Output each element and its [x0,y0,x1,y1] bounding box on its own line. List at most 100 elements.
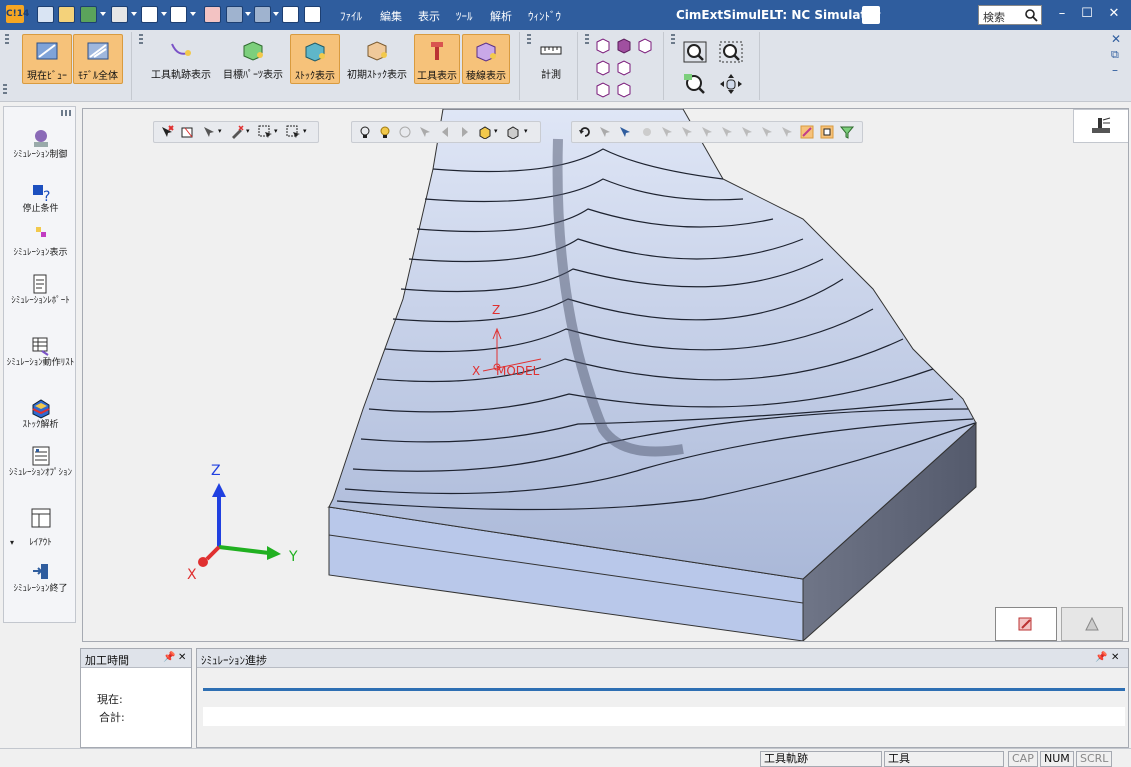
select-cross-dropdown-icon[interactable]: ▾ [303,127,307,135]
stop-condition-button[interactable]: ? 停止条件 [4,181,77,215]
dropdown-arrow-icon[interactable] [245,12,251,16]
edge-display-button[interactable]: 稜線表示 [462,34,510,84]
select-box-icon[interactable] [180,125,194,139]
initial-stock-display-button[interactable]: 初期ｽﾄｯｸ表示 [342,34,412,84]
filter-icon[interactable] [840,125,854,139]
menu-edit[interactable]: 編集 [380,8,402,24]
panel-close-icon[interactable]: ✕ [1111,32,1121,46]
dropdown-arrow-icon[interactable] [131,12,137,16]
menu-tool[interactable]: ﾂｰﾙ [456,8,473,24]
grid-icon[interactable] [141,6,158,23]
snap-intersect-icon[interactable] [720,125,734,139]
redo-icon[interactable] [254,6,271,23]
rotate-light-icon[interactable] [398,125,412,139]
zoom-window-icon[interactable] [718,40,744,64]
panel-minimize-icon[interactable]: – [1112,63,1118,77]
highlight-edge-icon[interactable] [820,125,834,139]
select-filter-dropdown-icon[interactable]: ▾ [218,127,222,135]
dropdown-arrow-icon[interactable] [100,12,106,16]
grid2-icon[interactable] [170,6,187,23]
app-logo-icon[interactable]: C!14 [6,5,29,23]
layout-button[interactable]: ▾ ﾚｲｱｳﾄ [4,507,77,549]
snap-tangent-icon[interactable] [740,125,754,139]
select-cancel-icon[interactable] [160,125,174,139]
pointer-light-icon[interactable] [418,125,432,139]
snap-center-icon[interactable] [700,125,714,139]
select-window-dropdown-icon[interactable]: ▾ [274,127,278,135]
light-off-icon[interactable] [358,125,372,139]
simulation-control-button[interactable]: ｼﾐｭﾚｰｼｮﾝ制御 [4,127,77,161]
tool-display-button[interactable]: 工具表示 [414,34,460,84]
close-panel-icon[interactable]: ✕ [1111,652,1119,663]
hat-icon[interactable] [80,6,97,23]
menu-view[interactable]: 表示 [418,8,440,24]
simulation-report-button[interactable]: ｼﾐｭﾚｰｼｮﾝﾚﾎﾟｰﾄ [4,273,77,307]
measure-button[interactable]: 計測 [530,34,572,84]
machine-view-button[interactable] [1073,109,1128,143]
exit-simulation-button[interactable]: ｼﾐｭﾚｰｼｮﾝ終了 [4,561,77,595]
layout-expander-icon[interactable]: ▾ [10,537,14,549]
snap-node-icon[interactable] [640,125,654,139]
view-top-icon[interactable] [594,58,612,76]
stock-analysis-button[interactable]: ｽﾄｯｸ解析 [4,397,77,431]
snap-near-icon[interactable] [780,125,794,139]
arrow-right-icon[interactable] [458,125,472,139]
dropdown-arrow-icon[interactable] [190,12,196,16]
model-all-button[interactable]: ﾓﾃﾞﾙ全体 [73,34,123,84]
grip-icon[interactable] [3,84,7,94]
view-front-icon[interactable] [594,36,612,54]
zoom-fit-icon[interactable] [682,40,708,64]
snap-end-icon[interactable] [660,125,674,139]
mode-b-button[interactable] [1061,607,1123,641]
menu-window[interactable]: ｳｨﾝﾄﾞｳ [528,8,561,24]
undo-view-icon[interactable] [578,125,592,139]
dropdown-arrow-icon[interactable] [161,12,167,16]
window-icon[interactable] [304,6,321,23]
undo-icon[interactable] [226,6,243,23]
pan-icon[interactable] [718,72,744,96]
maximize-icon[interactable]: ☐ [1078,6,1096,24]
close-icon[interactable]: ✕ [1105,6,1123,24]
arrow-left-icon[interactable] [438,125,452,139]
stock-display-button[interactable]: ｽﾄｯｸ表示 [290,34,340,84]
select-filter-icon[interactable] [202,125,216,139]
pin-icon[interactable]: 📌 [1095,652,1107,663]
swap-icon[interactable] [282,6,299,23]
snap-gray-icon[interactable] [598,125,612,139]
view-right-icon[interactable] [636,36,654,54]
delete-icon[interactable] [204,6,221,23]
shading-icon[interactable] [478,125,492,139]
highlight-face-icon[interactable] [800,125,814,139]
search-input[interactable]: 検索 [978,5,1042,25]
snap-point-icon[interactable] [618,125,632,139]
current-view-button[interactable]: 現在ﾋﾞｭｰ [22,34,72,84]
menu-analysis[interactable]: 解析 [490,8,512,24]
simulation-option-button[interactable]: ｼﾐｭﾚｰｼｮﾝｵﾌﾟｼｮﾝ [4,445,77,479]
save-icon[interactable] [37,6,54,23]
target-part-display-button[interactable]: 目標ﾊﾟｰﾂ表示 [218,34,288,84]
tool-path-display-button[interactable]: 工具軌跡表示 [146,34,216,84]
view-bottom-icon[interactable] [615,80,633,98]
view-left-icon[interactable] [615,58,633,76]
select-window-icon[interactable] [258,125,272,139]
light-on-icon[interactable] [378,125,392,139]
open-icon[interactable] [58,6,75,23]
simulation-display-button[interactable]: ｼﾐｭﾚｰｼｮﾝ表示 [4,225,77,259]
pin-icon[interactable]: 📌 [163,652,175,663]
snap-perp-icon[interactable] [760,125,774,139]
shading-dropdown-icon[interactable]: ▾ [494,127,498,135]
select-edit-dropdown-icon[interactable]: ▾ [246,127,250,135]
grip-icon[interactable] [61,110,73,116]
close-panel-icon[interactable]: ✕ [178,652,186,663]
home-icon[interactable] [111,6,128,23]
search-icon[interactable] [1025,9,1038,22]
menu-file[interactable]: ﾌｧｲﾙ [340,8,362,24]
select-edit-icon[interactable] [230,125,244,139]
minimize-icon[interactable]: – [1053,6,1071,24]
zoom-icon[interactable] [682,72,708,96]
render-mode-icon[interactable] [506,125,520,139]
operation-list-button[interactable]: ｼﾐｭﾚｰｼｮﾝ動作ﾘｽﾄ [4,335,77,369]
view-back-icon[interactable] [594,80,612,98]
dropdown-arrow-icon[interactable] [273,12,279,16]
snap-mid-icon[interactable] [680,125,694,139]
